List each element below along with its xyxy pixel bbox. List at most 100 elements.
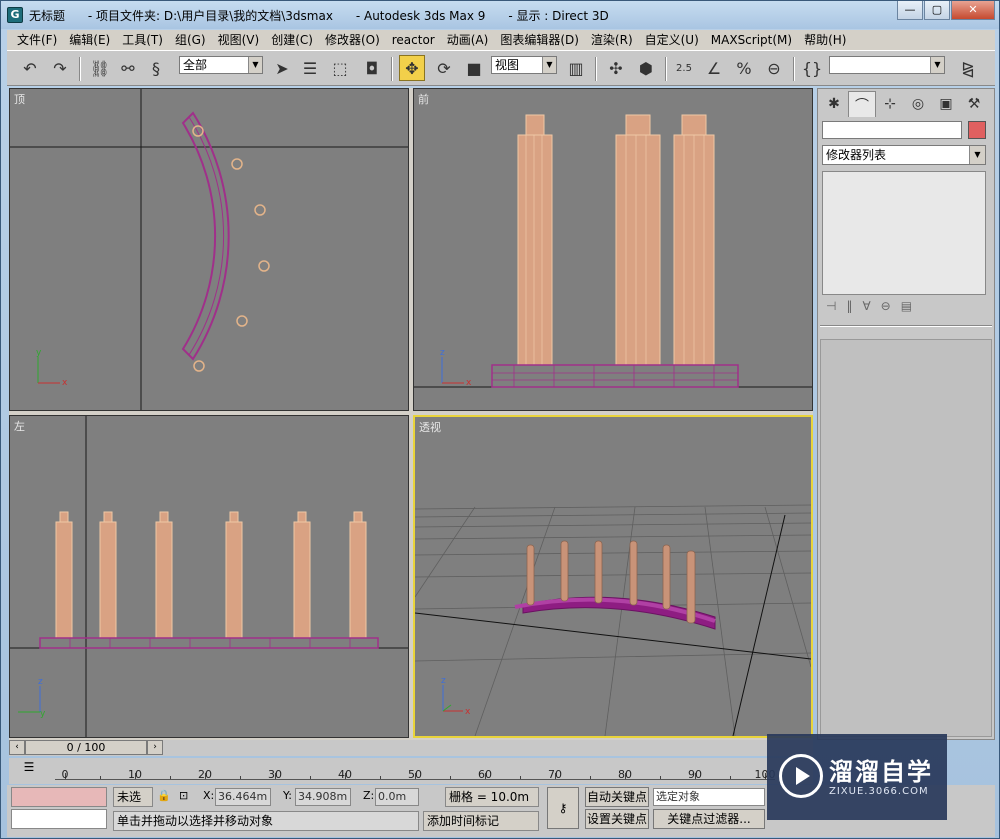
undo-icon[interactable]: ↶	[17, 55, 43, 81]
set-key-mode-button[interactable]: 设置关键点	[585, 809, 649, 829]
menu-create[interactable]: 创建(C)	[265, 30, 319, 50]
track-bar[interactable]: ☰ 0 10 20 30 40 50 60 70 80 90 100	[9, 758, 813, 784]
perspective-view-scene: z x	[415, 504, 811, 736]
key-mode-dropdown[interactable]: 选定对象	[653, 788, 765, 806]
track-bar-filter-icon[interactable]: ☰	[19, 760, 39, 778]
display-tab-icon[interactable]: ▣	[932, 91, 960, 117]
modifier-list-dropdown[interactable]: 修改器列表 ▼	[822, 145, 986, 165]
y-coordinate-field[interactable]: 34.908m	[295, 788, 351, 806]
snaps-toggle-icon[interactable]: 2.5	[671, 55, 697, 81]
app-logo-icon: G	[7, 7, 23, 23]
track-tick-label: 30	[268, 768, 282, 781]
window-crossing-icon[interactable]: ◘	[359, 55, 385, 81]
spinner-snap-icon[interactable]: ⊖	[761, 55, 787, 81]
add-time-tag[interactable]: 添加时间标记	[423, 811, 539, 831]
track-tick	[450, 776, 451, 779]
select-and-rotate-icon[interactable]: ⟳	[431, 55, 457, 81]
viewport-top[interactable]: 顶 y x	[9, 88, 409, 411]
menu-help[interactable]: 帮助(H)	[798, 30, 852, 50]
absolute-mode-icon[interactable]: ⊡	[179, 787, 188, 805]
maxscript-input-mini[interactable]	[11, 809, 107, 829]
reference-coordinate-dropdown[interactable]: 视图 ▼	[491, 56, 557, 74]
pivot-point-icon[interactable]: ▥	[563, 55, 589, 81]
pin-stack-icon[interactable]: ⊣	[826, 299, 836, 313]
keyboard-shortcut-override-icon[interactable]: ⬢	[633, 55, 659, 81]
make-unique-icon[interactable]: ∀	[862, 299, 870, 313]
redo-icon[interactable]: ↷	[47, 55, 73, 81]
key-filters-label: 关键点过滤器...	[667, 812, 751, 826]
track-tick	[520, 776, 521, 779]
percent-snap-icon[interactable]: %	[731, 55, 757, 81]
x-coordinate-field[interactable]: 36.464m	[215, 788, 271, 806]
bind-space-warp-icon[interactable]: §	[143, 55, 169, 81]
select-and-scale-icon[interactable]: ■	[461, 55, 487, 81]
modifier-stack[interactable]	[822, 171, 986, 295]
track-tick-label: 80	[618, 768, 632, 781]
menu-maxscript[interactable]: MAXScript(M)	[705, 30, 798, 50]
menu-views[interactable]: 视图(V)	[212, 30, 266, 50]
selection-filter-dropdown[interactable]: 全部 ▼	[179, 56, 263, 74]
track-ruler[interactable]: 0 10 20 30 40 50 60 70 80 90 100	[55, 758, 776, 781]
maxscript-listener-mini[interactable]	[11, 787, 107, 807]
svg-text:z: z	[441, 676, 446, 686]
mirror-icon[interactable]: ⧎	[955, 55, 981, 81]
menu-reactor[interactable]: reactor	[386, 30, 441, 50]
menu-tools[interactable]: 工具(T)	[116, 30, 169, 50]
create-tab-icon[interactable]: ✱	[820, 91, 848, 117]
watermark-url: ZIXUE.3066.COM	[829, 786, 929, 797]
time-slider-thumb[interactable]: 0 / 100	[25, 740, 147, 755]
set-key-icon[interactable]: ⚷	[547, 787, 579, 829]
manipulate-icon[interactable]: ✣	[603, 55, 629, 81]
motion-tab-icon[interactable]: ◎	[904, 91, 932, 117]
chevron-down-icon: ▼	[969, 146, 985, 164]
rectangular-selection-icon[interactable]: ⬚	[327, 55, 353, 81]
auto-key-button[interactable]: 自动关键点	[585, 787, 649, 807]
z-coordinate-field[interactable]: 0.0m	[375, 788, 419, 806]
object-color-swatch[interactable]	[968, 121, 986, 139]
menu-rendering[interactable]: 渲染(R)	[585, 30, 639, 50]
menu-group[interactable]: 组(G)	[169, 30, 212, 50]
remove-modifier-icon[interactable]: ⊖	[881, 299, 891, 313]
object-name-field[interactable]	[822, 121, 962, 139]
time-slider[interactable]: ‹ 0 / 100 ›	[9, 740, 813, 756]
select-object-icon[interactable]: ➤	[269, 55, 295, 81]
modify-tab-icon[interactable]: ⌒	[848, 91, 876, 117]
select-by-name-icon[interactable]: ☰	[297, 55, 323, 81]
command-panel: ✱ ⌒ ⊹ ◎ ▣ ⚒ 修改器列表 ▼ ⊣ ‖ ∀ ⊖ ▤	[817, 88, 995, 740]
key-filters-button[interactable]: 关键点过滤器...	[653, 809, 765, 829]
link-icon[interactable]: ⛓	[87, 55, 113, 81]
left-view-scene: z y	[10, 416, 408, 737]
viewport-front[interactable]: 前 z x	[413, 88, 813, 411]
viewport-area: 顶 y x 前 z x 左 z y 透视 z x	[9, 88, 813, 740]
select-and-move-icon[interactable]: ✥	[399, 55, 425, 81]
rollout-area	[820, 339, 992, 737]
maximize-button[interactable]: ▢	[924, 1, 950, 20]
menu-customize[interactable]: 自定义(U)	[639, 30, 705, 50]
configure-modifier-sets-icon[interactable]: ▤	[901, 299, 912, 313]
angle-snap-icon[interactable]: ∠	[701, 55, 727, 81]
menu-file[interactable]: 文件(F)	[11, 30, 63, 50]
time-slider-next-icon[interactable]: ›	[147, 740, 163, 755]
hierarchy-tab-icon[interactable]: ⊹	[876, 91, 904, 117]
selection-filter-value: 全部	[183, 58, 208, 72]
menu-animation[interactable]: 动画(A)	[441, 30, 495, 50]
menu-modifiers[interactable]: 修改器(O)	[319, 30, 386, 50]
time-slider-prev-icon[interactable]: ‹	[9, 740, 25, 755]
unlink-icon[interactable]: ⚯	[115, 55, 141, 81]
menu-edit[interactable]: 编辑(E)	[63, 30, 116, 50]
x-label: X:	[203, 789, 215, 802]
selection-lock-icon[interactable]: 🔒	[157, 787, 171, 805]
menu-graph-editors[interactable]: 图表编辑器(D)	[494, 30, 585, 50]
svg-text:x: x	[466, 378, 472, 388]
svg-text:y: y	[40, 709, 46, 719]
viewport-left[interactable]: 左 z y	[9, 415, 409, 738]
close-button[interactable]: ✕	[951, 1, 995, 20]
watermark-overlay: 溜溜自学 ZIXUE.3066.COM	[767, 734, 947, 820]
named-selection-dropdown[interactable]: ▼	[829, 56, 945, 74]
edit-named-selection-icon[interactable]: {}	[799, 55, 825, 81]
utilities-tab-icon[interactable]: ⚒	[960, 91, 988, 117]
minimize-button[interactable]: —	[897, 1, 923, 20]
viewport-perspective[interactable]: 透视 z x	[413, 415, 813, 738]
show-end-result-icon[interactable]: ‖	[846, 299, 852, 313]
track-tick	[240, 776, 241, 779]
